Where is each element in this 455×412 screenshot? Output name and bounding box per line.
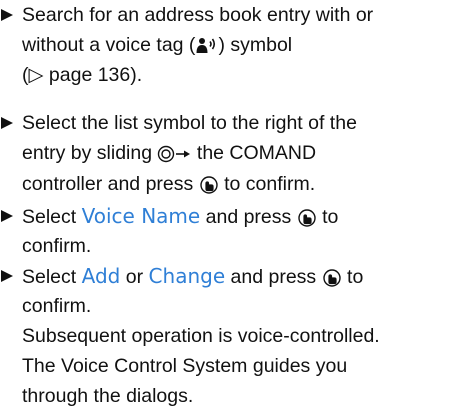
step-text: Select — [22, 206, 82, 228]
step-text: to — [341, 266, 364, 288]
step-text: to — [316, 206, 339, 228]
step-text: The Voice Control System guides you — [22, 355, 348, 377]
step-text: and press — [225, 266, 322, 288]
step-text: ) symbol — [218, 34, 293, 56]
bullet-triangle-icon — [1, 9, 13, 21]
menu-item-add: Add — [81, 264, 121, 288]
instruction-list: Search for an address book entry with or… — [0, 0, 455, 412]
step-text: entry by sliding — [22, 142, 158, 164]
step-text: without a voice tag ( — [22, 34, 196, 56]
step-text: confirm. — [22, 295, 92, 317]
step-line: Subsequent operation is voice-controlled… — [22, 321, 380, 352]
step-line: through the dialogs. — [22, 381, 193, 412]
step-text: Subsequent operation is voice-controlled… — [22, 325, 380, 347]
menu-item-voice-name: Voice Name — [81, 204, 201, 228]
step-text: Search for an address book entry with or — [22, 4, 374, 26]
step-line: (▷ page 136). — [22, 60, 142, 91]
bullet-triangle-icon — [1, 270, 13, 282]
step-text: or — [120, 266, 149, 288]
step-line: confirm. — [22, 231, 91, 262]
step-text: the COMAND — [191, 142, 317, 164]
controller-press-icon — [322, 268, 342, 288]
step-line: controller and press to confirm. — [22, 169, 315, 200]
step-text: through the dialogs. — [22, 385, 194, 407]
step-line: Select Add or Change and press to — [22, 261, 363, 293]
step-line: Select the list symbol to the right of t… — [22, 108, 357, 139]
controller-press-icon — [199, 175, 219, 195]
step-line: The Voice Control System guides you — [22, 351, 347, 382]
step-line: without a voice tag ( ) symbol — [22, 30, 292, 61]
bullet-triangle-icon — [1, 210, 13, 222]
page-reference: (▷ page 136). — [22, 64, 143, 86]
step-line: confirm. — [22, 291, 91, 322]
step-text: Select — [22, 266, 82, 288]
step-text: controller and press — [22, 173, 199, 195]
controller-press-icon — [297, 208, 317, 228]
step-line: Search for an address book entry with or — [22, 0, 373, 31]
menu-item-change: Change — [148, 264, 226, 288]
step-text: and press — [200, 206, 297, 228]
step-line: entry by sliding the COMAND — [22, 138, 316, 169]
voice-tag-icon — [195, 36, 218, 56]
controller-slide-right-icon — [157, 144, 191, 164]
step-text: confirm. — [22, 235, 92, 257]
step-line: Select Voice Name and press to — [22, 201, 338, 233]
step-text: Select the list symbol to the right of t… — [22, 112, 357, 134]
step-text: to confirm. — [218, 173, 316, 195]
bullet-triangle-icon — [1, 117, 13, 129]
